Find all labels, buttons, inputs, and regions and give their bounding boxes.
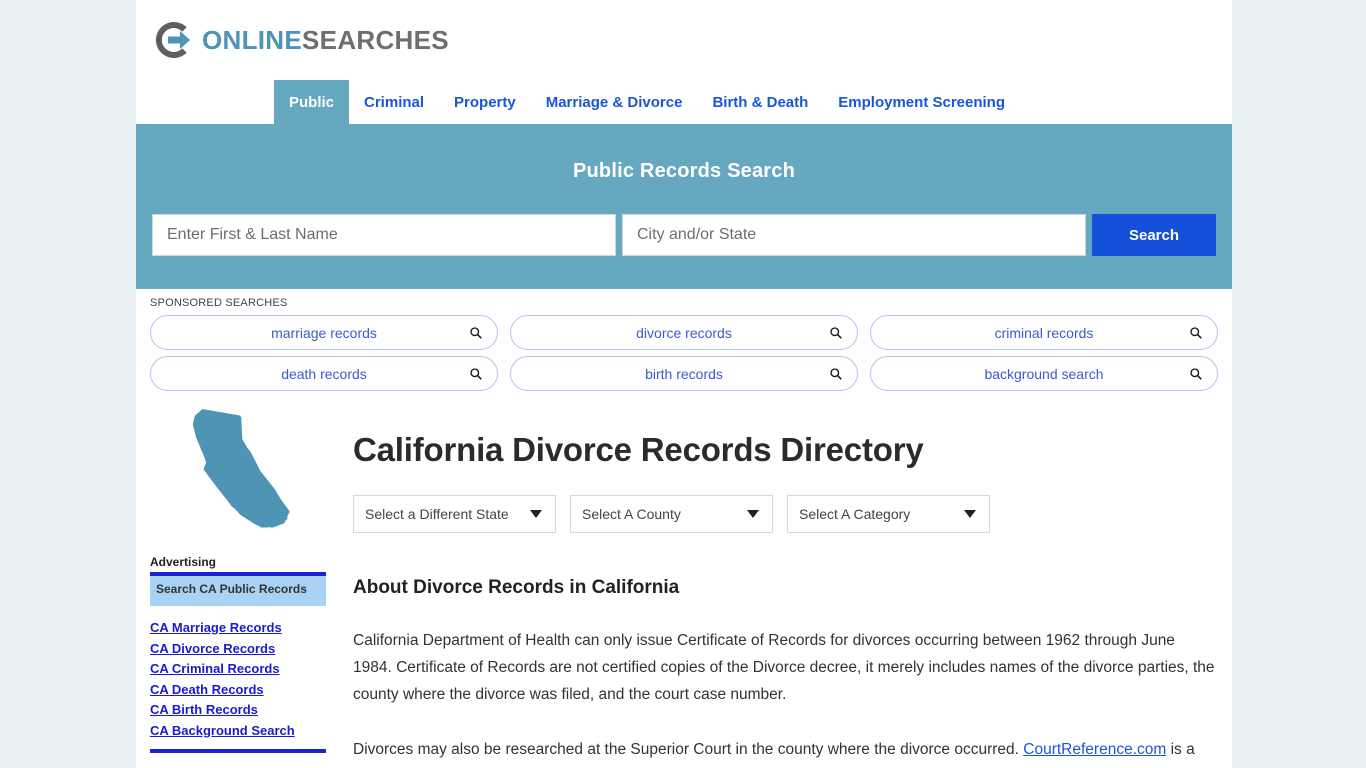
nav-item-marriage-divorce[interactable]: Marriage & Divorce <box>531 80 698 124</box>
about-paragraph-1: California Department of Health can only… <box>353 627 1218 708</box>
sponsored-searches-section: SPONSORED SEARCHES marriage records divo… <box>136 289 1232 395</box>
main-column: California Divorce Records Directory Sel… <box>326 407 1218 768</box>
advertising-box-text: Search CA Public Records <box>156 582 320 597</box>
nav-item-public[interactable]: Public <box>274 80 349 124</box>
sponsored-pill-background-search[interactable]: background search <box>870 356 1218 391</box>
name-search-input[interactable] <box>152 214 616 256</box>
nav-item-birth-death[interactable]: Birth & Death <box>697 80 823 124</box>
nav-item-property[interactable]: Property <box>439 80 531 124</box>
sponsored-pill-label: background search <box>984 366 1103 382</box>
category-select-label: Select A Category <box>799 506 910 522</box>
search-icon <box>469 367 483 381</box>
logo-word-online: ONLINE <box>202 25 302 55</box>
sponsored-pill-marriage-records[interactable]: marriage records <box>150 315 498 350</box>
logo-wordmark: ONLINESEARCHES <box>202 25 449 56</box>
logo-word-searches: SEARCHES <box>302 25 449 55</box>
search-icon <box>469 326 483 340</box>
sidebar-links: CA Marriage Records CA Divorce Records C… <box>150 618 326 741</box>
search-button[interactable]: Search <box>1092 214 1216 256</box>
state-select-label: Select a Different State <box>365 506 509 522</box>
state-select[interactable]: Select a Different State <box>353 495 556 533</box>
advertising-box[interactable]: Search CA Public Records <box>150 572 326 606</box>
search-icon <box>829 326 843 340</box>
hero-title: Public Records Search <box>152 124 1216 183</box>
sponsored-pill-death-records[interactable]: death records <box>150 356 498 391</box>
california-state-map-icon <box>158 407 318 547</box>
chevron-down-icon <box>747 510 759 518</box>
nav-item-employment-screening[interactable]: Employment Screening <box>823 80 1020 124</box>
sidebar-link-ca-birth-records[interactable]: CA Birth Records <box>150 700 326 721</box>
sponsored-pill-label: birth records <box>645 366 723 382</box>
search-icon <box>829 367 843 381</box>
search-icon <box>1189 326 1203 340</box>
section-heading: About Divorce Records in California <box>353 577 1218 599</box>
search-form: Search <box>152 214 1216 256</box>
sponsored-pill-criminal-records[interactable]: criminal records <box>870 315 1218 350</box>
sidebar-link-ca-divorce-records[interactable]: CA Divorce Records <box>150 639 326 660</box>
site-logo[interactable]: ONLINESEARCHES <box>152 16 449 64</box>
circle-arrow-logo-icon <box>152 18 196 62</box>
page-title: California Divorce Records Directory <box>353 431 1218 469</box>
sponsored-pill-label: criminal records <box>995 325 1094 341</box>
sidebar-divider <box>150 749 326 753</box>
county-select[interactable]: Select A County <box>570 495 773 533</box>
page-content: Advertising Search CA Public Records CA … <box>136 395 1232 768</box>
page-container: ONLINESEARCHES Public Criminal Property … <box>136 0 1232 768</box>
category-select[interactable]: Select A Category <box>787 495 990 533</box>
public-records-search-hero: Public Records Search Search <box>136 124 1232 289</box>
courtreference-link[interactable]: CourtReference.com <box>1023 741 1166 758</box>
sponsored-pill-label: marriage records <box>271 325 377 341</box>
nav-item-criminal[interactable]: Criminal <box>349 80 439 124</box>
chevron-down-icon <box>964 510 976 518</box>
sponsored-searches-label: SPONSORED SEARCHES <box>150 297 1218 309</box>
filter-dropdowns: Select a Different State Select A County… <box>353 495 1218 533</box>
sponsored-pill-label: death records <box>281 366 367 382</box>
advertising-label: Advertising <box>150 555 326 569</box>
sponsored-pill-birth-records[interactable]: birth records <box>510 356 858 391</box>
search-icon <box>1189 367 1203 381</box>
sponsored-pill-divorce-records[interactable]: divorce records <box>510 315 858 350</box>
sidebar: Advertising Search CA Public Records CA … <box>150 407 326 768</box>
chevron-down-icon <box>530 510 542 518</box>
main-navigation: Public Criminal Property Marriage & Divo… <box>136 80 1232 124</box>
sidebar-link-ca-marriage-records[interactable]: CA Marriage Records <box>150 618 326 639</box>
sponsored-searches-grid: marriage records divorce records crimina… <box>150 315 1218 391</box>
paragraph-2-text-before: Divorces may also be researched at the S… <box>353 741 1023 758</box>
location-search-input[interactable] <box>622 214 1086 256</box>
about-paragraph-2: Divorces may also be researched at the S… <box>353 736 1218 768</box>
sidebar-link-ca-criminal-records[interactable]: CA Criminal Records <box>150 659 326 680</box>
site-header: ONLINESEARCHES <box>136 0 1232 80</box>
sponsored-pill-label: divorce records <box>636 325 732 341</box>
sidebar-link-ca-background-search[interactable]: CA Background Search <box>150 721 326 742</box>
county-select-label: Select A County <box>582 506 681 522</box>
sidebar-link-ca-death-records[interactable]: CA Death Records <box>150 680 326 701</box>
